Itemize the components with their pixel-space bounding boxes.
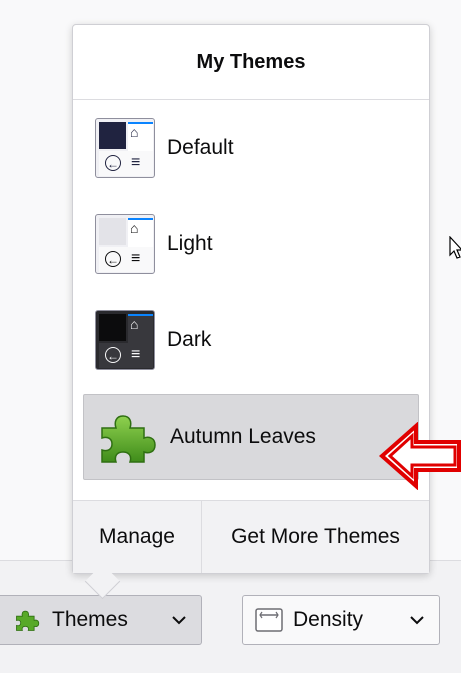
puzzle-piece-icon bbox=[101, 415, 156, 463]
theme-label-dark: Dark bbox=[167, 328, 212, 351]
get-more-themes-button[interactable]: Get More Themes bbox=[202, 501, 429, 573]
density-icon bbox=[255, 608, 283, 632]
theme-item-light[interactable]: ⌂ ← ≡ Light bbox=[83, 196, 419, 292]
manage-label: Manage bbox=[99, 525, 175, 548]
theme-item-autumn-leaves[interactable]: Autumn Leaves bbox=[83, 394, 419, 480]
panel-footer: Manage Get More Themes bbox=[73, 500, 429, 573]
default-theme-icon: ⌂ ← ≡ bbox=[95, 118, 155, 178]
theme-item-dark[interactable]: ⌂ ← ≡ Dark bbox=[83, 292, 419, 388]
red-arrow-icon bbox=[378, 422, 461, 490]
themes-panel: My Themes ⌂ ← ≡ Default ⌂ ← ≡ Light ⌂ ← … bbox=[72, 24, 430, 574]
theme-label-light: Light bbox=[167, 232, 213, 255]
themes-button[interactable]: Themes bbox=[0, 595, 202, 645]
dark-theme-icon: ⌂ ← ≡ bbox=[95, 310, 155, 370]
density-button-label: Density bbox=[293, 608, 364, 631]
theme-label-default: Default bbox=[167, 136, 234, 159]
light-theme-icon: ⌂ ← ≡ bbox=[95, 214, 155, 274]
theme-label-autumn-leaves: Autumn Leaves bbox=[170, 425, 316, 448]
themes-button-label: Themes bbox=[52, 608, 128, 631]
chevron-down-icon bbox=[171, 615, 187, 625]
manage-button[interactable]: Manage bbox=[73, 501, 202, 573]
theme-item-default[interactable]: ⌂ ← ≡ Default bbox=[83, 100, 419, 196]
get-more-themes-label: Get More Themes bbox=[231, 525, 400, 548]
chevron-down-icon bbox=[409, 615, 425, 625]
mouse-cursor-icon bbox=[449, 236, 461, 259]
puzzle-piece-icon bbox=[12, 607, 42, 633]
panel-title: My Themes bbox=[73, 25, 429, 100]
density-button[interactable]: Density bbox=[242, 595, 440, 645]
